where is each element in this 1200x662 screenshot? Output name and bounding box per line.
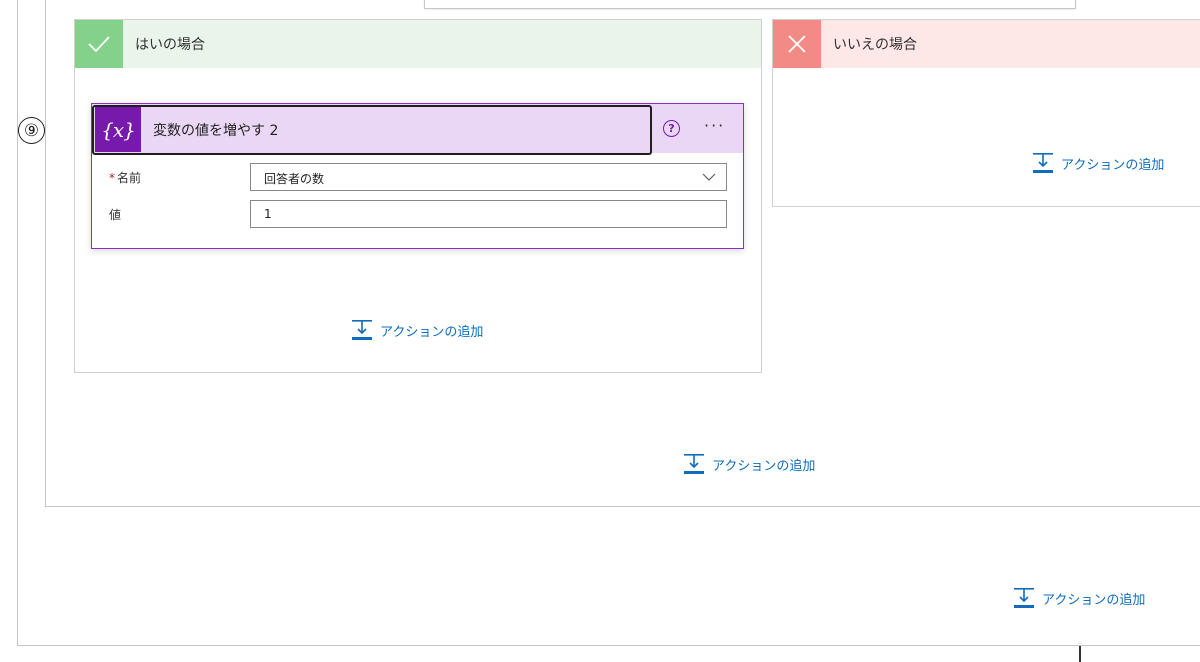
add-action-button-no[interactable]: アクションの追加 [1031, 152, 1164, 174]
help-icon[interactable]: ? [663, 120, 680, 137]
add-action-button-yes[interactable]: アクションの追加 [350, 319, 483, 341]
flow-connector-line [1079, 646, 1081, 662]
chevron-down-icon [702, 169, 716, 188]
value-field-label: 値 [109, 208, 122, 222]
branch-no: いいえの場合 [772, 19, 1200, 207]
add-action-label: アクションの追加 [380, 324, 484, 340]
branch-no-title: いいえの場合 [833, 37, 917, 53]
add-action-button-outer[interactable]: アクションの追加 [1012, 587, 1145, 609]
close-icon [773, 20, 821, 68]
branch-no-header[interactable]: いいえの場合 [773, 20, 1200, 68]
add-action-button-condition[interactable]: アクションの追加 [682, 453, 815, 475]
name-select-value: 回答者の数 [264, 172, 325, 186]
name-select[interactable]: 回答者の数 [250, 163, 727, 191]
increment-variable-action-card: {x} 変数の値を増やす 2 ? ··· * 名前 回答者の数 値 [91, 103, 744, 249]
name-field-label: * 名前 [109, 171, 142, 185]
more-options-icon[interactable]: ··· [704, 116, 725, 135]
action-card-header[interactable]: {x} 変数の値を増やす 2 ? ··· [92, 104, 743, 155]
action-card-title[interactable]: 変数の値を増やす 2 [153, 120, 278, 140]
add-action-icon [1031, 152, 1055, 174]
branch-yes-title: はいの場合 [135, 37, 205, 53]
add-action-icon [350, 319, 374, 341]
step-number-marker: ⑨ [18, 117, 45, 144]
required-star: * [109, 171, 115, 185]
add-action-label: アクションの追加 [712, 458, 816, 474]
value-input[interactable] [250, 200, 727, 228]
add-action-label: アクションの追加 [1042, 592, 1146, 608]
branch-yes-header[interactable]: はいの場合 [75, 20, 761, 68]
variable-icon: {x} [95, 107, 141, 152]
check-icon [75, 20, 123, 68]
add-action-icon [682, 453, 706, 475]
add-action-label: アクションの追加 [1061, 157, 1165, 173]
previous-action-card[interactable] [424, 0, 1076, 9]
add-action-icon [1012, 587, 1036, 609]
